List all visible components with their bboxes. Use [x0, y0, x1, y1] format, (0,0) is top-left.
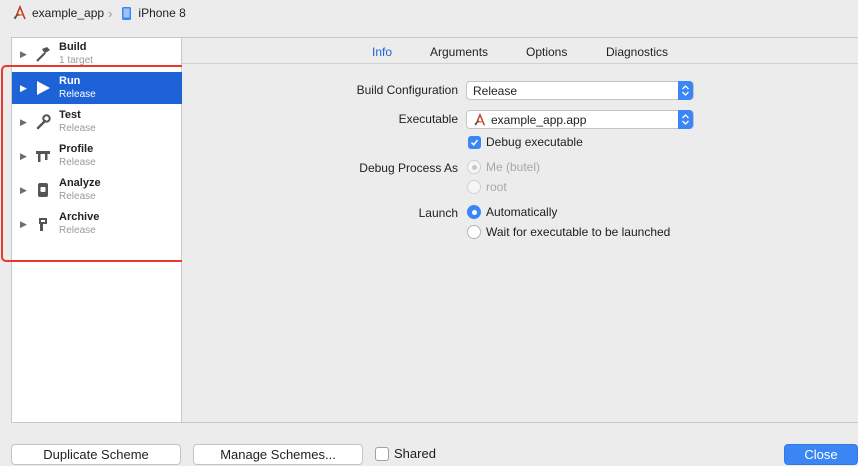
breadcrumb-device[interactable]: iPhone 8 — [118, 5, 186, 21]
sidebar-item-sublabel: Release — [59, 191, 96, 202]
play-icon — [33, 78, 53, 98]
xcode-app-icon — [473, 112, 487, 127]
wrench-icon — [33, 112, 53, 132]
debug-process-root-radio[interactable]: root — [467, 180, 507, 194]
sidebar-item-label: Test — [59, 109, 81, 121]
popup-stepper-icon — [678, 81, 693, 100]
debug-process-me-radio[interactable]: Me (butel) — [467, 160, 540, 174]
radio-label: Automatically — [486, 205, 558, 219]
sidebar-item-label: Build — [59, 41, 87, 53]
debug-executable-checkbox[interactable]: Debug executable — [468, 135, 583, 149]
caliper-icon — [33, 146, 53, 166]
disclosure-triangle-icon[interactable]: ▶ — [20, 83, 30, 94]
executable-label: Executable — [398, 112, 458, 126]
build-configuration-label: Build Configuration — [356, 83, 458, 97]
sidebar-item-sublabel: 1 target — [59, 55, 93, 66]
disclosure-triangle-icon[interactable]: ▶ — [20, 185, 30, 196]
disclosure-triangle-icon[interactable]: ▶ — [20, 219, 30, 230]
hammer-icon — [33, 44, 53, 64]
disclosure-triangle-icon[interactable]: ▶ — [20, 49, 30, 60]
tab-options[interactable]: Options — [526, 45, 567, 59]
xcode-app-icon — [12, 4, 28, 21]
tab-arguments[interactable]: Arguments — [430, 45, 488, 59]
launch-automatically-radio[interactable]: Automatically — [467, 205, 557, 219]
launch-label: Launch — [418, 206, 458, 220]
launch-wait-radio[interactable]: Wait for executable to be launched — [467, 225, 670, 239]
executable-popup[interactable]: example_app.app — [466, 110, 694, 129]
sidebar-item-label: Run — [59, 75, 81, 87]
tab-diagnostics[interactable]: Diagnostics — [606, 45, 668, 59]
sidebar-item-sublabel: Release — [59, 123, 96, 134]
checkmark-icon — [468, 135, 481, 149]
tab-bar: Info Arguments Options Diagnostics — [182, 38, 858, 64]
sidebar-item-archive[interactable]: ▶ Archive Release — [12, 208, 182, 240]
chevron-right-icon: › — [108, 5, 113, 21]
sidebar-item-sublabel: Release — [59, 89, 96, 100]
sidebar-item-profile[interactable]: ▶ Profile Release — [12, 140, 182, 172]
scheme-actions-sidebar: ▶ Build 1 target ▶ Run Release ▶ Test Re… — [11, 37, 182, 423]
sidebar-item-analyze[interactable]: ▶ Analyze Release — [12, 174, 182, 206]
build-configuration-popup[interactable]: Release — [466, 81, 694, 100]
sidebar-item-label: Profile — [59, 143, 94, 155]
breadcrumb: example_app › iPhone 8 — [0, 0, 858, 26]
popup-stepper-icon — [678, 110, 693, 129]
breadcrumb-device-label: iPhone 8 — [138, 6, 186, 20]
radio-label: root — [486, 180, 507, 194]
debug-executable-label: Debug executable — [486, 135, 583, 149]
executable-value: example_app.app — [491, 112, 587, 127]
radio-label: Wait for executable to be launched — [486, 225, 671, 239]
debug-process-as-label: Debug Process As — [359, 161, 458, 175]
radio-label: Me (butel) — [486, 160, 541, 174]
close-button[interactable]: Close — [784, 444, 858, 465]
disclosure-triangle-icon[interactable]: ▶ — [20, 151, 30, 162]
disclosure-triangle-icon[interactable]: ▶ — [20, 117, 30, 128]
breadcrumb-project-label: example_app — [32, 6, 105, 20]
sidebar-item-test[interactable]: ▶ Test Release — [12, 106, 182, 138]
sidebar-item-sublabel: Release — [59, 225, 96, 236]
sidebar-item-build[interactable]: ▶ Build 1 target — [12, 38, 182, 70]
tab-info[interactable]: Info — [372, 45, 392, 59]
manage-schemes-button[interactable]: Manage Schemes... — [193, 444, 363, 465]
sidebar-item-sublabel: Release — [59, 157, 96, 168]
analyze-icon — [33, 180, 53, 200]
archive-icon — [33, 214, 53, 234]
scheme-editor-panel: Info Arguments Options Diagnostics Build… — [182, 37, 858, 423]
iphone-icon — [118, 5, 134, 21]
sidebar-item-run[interactable]: ▶ Run Release — [12, 72, 182, 104]
sidebar-item-label: Archive — [59, 211, 100, 223]
shared-label: Shared — [394, 446, 436, 461]
duplicate-scheme-button[interactable]: Duplicate Scheme — [11, 444, 181, 465]
sidebar-item-label: Analyze — [59, 177, 101, 189]
breadcrumb-project[interactable]: example_app — [12, 4, 105, 21]
shared-checkbox[interactable]: Shared — [375, 446, 436, 461]
checkbox-box — [375, 446, 389, 461]
build-configuration-value: Release — [473, 83, 518, 98]
